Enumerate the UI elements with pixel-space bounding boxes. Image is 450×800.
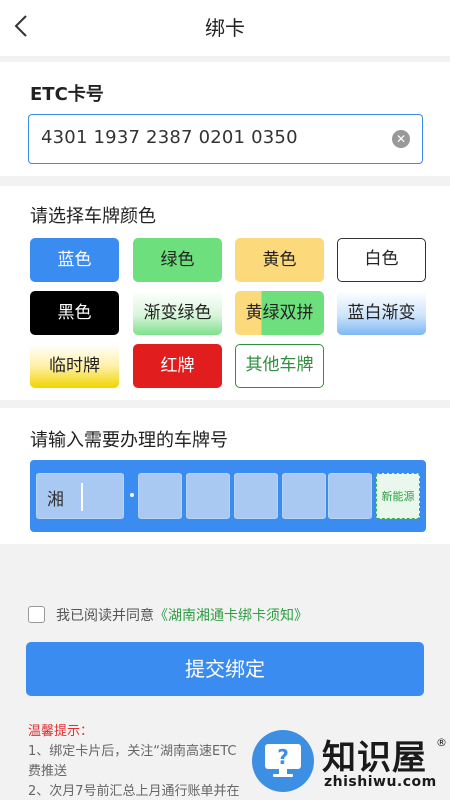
watermark-title: 知识屋 [322, 738, 427, 778]
color-option-gradient-green[interactable]: 渐变绿色 [133, 291, 222, 335]
color-option-yellow[interactable]: 黄色 [235, 238, 324, 282]
plate-color-section: 请选择车牌颜色 蓝色 绿色 黄色 白色 黑色 渐变绿色 黄绿双拼 蓝白渐变 临时… [0, 186, 450, 400]
watermark-registered: ® [436, 736, 447, 749]
plate-cell[interactable] [234, 473, 278, 519]
watermark-url: zhishiwu.com [324, 774, 437, 790]
plate-separator-dot [130, 493, 134, 497]
color-option-white[interactable]: 白色 [337, 238, 426, 282]
svg-text:?: ? [277, 745, 289, 769]
submit-button[interactable]: 提交绑定 [26, 642, 424, 696]
color-option-yellow-green[interactable]: 黄绿双拼 [235, 291, 324, 335]
color-option-other[interactable]: 其他车牌 [235, 344, 324, 388]
plate-cell[interactable] [282, 473, 326, 519]
plate-cell-new-energy[interactable]: 新能源 [376, 473, 420, 519]
color-option-blue-white[interactable]: 蓝白渐变 [337, 291, 426, 335]
etc-card-input[interactable]: 4301 1937 2387 0201 0350 ✕ [28, 114, 423, 164]
plate-number-section: 请输入需要办理的车牌号 湘 新能源 [0, 408, 450, 544]
agreement-prefix: 我已阅读并同意 [56, 608, 154, 624]
etc-card-value[interactable]: 4301 1937 2387 0201 0350 [41, 127, 298, 148]
input-caret [81, 483, 83, 511]
plate-cell[interactable] [328, 473, 372, 519]
etc-card-label: ETC卡号 [30, 84, 104, 105]
agreement-row: 我已阅读并同意《湖南湘通卡绑卡须知》 [28, 604, 428, 626]
color-option-black[interactable]: 黑色 [30, 291, 119, 335]
plate-cell[interactable] [186, 473, 230, 519]
plate-cell[interactable] [138, 473, 182, 519]
plate-input: 湘 新能源 [30, 460, 426, 532]
etc-card-section: ETC卡号 4301 1937 2387 0201 0350 ✕ [0, 62, 450, 176]
color-option-blue[interactable]: 蓝色 [30, 238, 119, 282]
agree-checkbox[interactable] [28, 606, 45, 623]
color-option-temporary[interactable]: 临时牌 [30, 344, 119, 388]
province-char: 湘 [47, 490, 64, 510]
clear-circle-icon[interactable]: ✕ [392, 130, 410, 148]
plate-color-label: 请选择车牌颜色 [30, 206, 156, 227]
nav-bar: 绑卡 [0, 0, 450, 56]
color-option-green[interactable]: 绿色 [133, 238, 222, 282]
watermark: ? 知识屋 ® zhishiwu.com [250, 716, 450, 800]
plate-number-label: 请输入需要办理的车牌号 [30, 430, 228, 451]
agreement-text: 我已阅读并同意《湖南湘通卡绑卡须知》 [56, 605, 308, 625]
color-option-red[interactable]: 红牌 [133, 344, 222, 388]
page-title: 绑卡 [205, 16, 245, 40]
plate-cell-province[interactable]: 湘 [36, 473, 124, 519]
question-monitor-icon: ? [252, 730, 314, 792]
agreement-link[interactable]: 《湖南湘通卡绑卡须知》 [154, 608, 308, 624]
